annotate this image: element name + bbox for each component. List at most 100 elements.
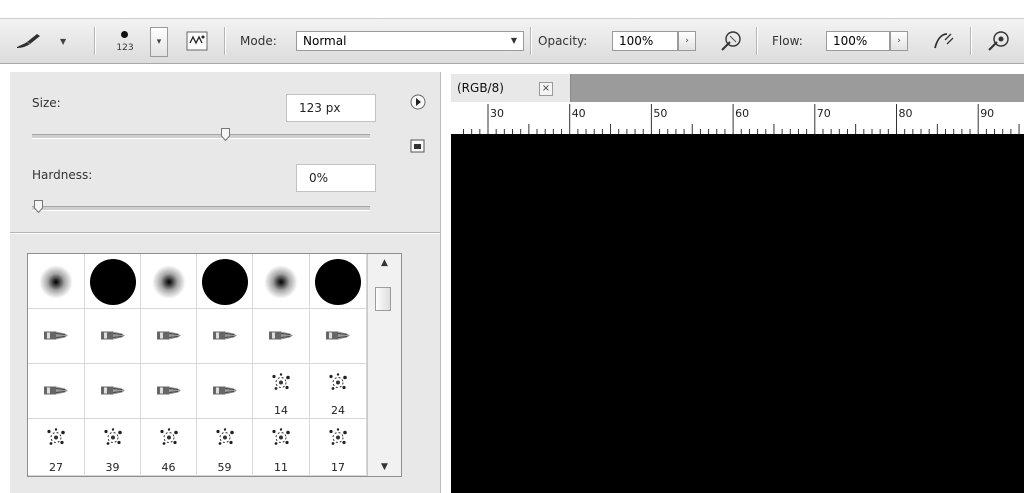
size-input[interactable]: 123 px — [286, 94, 376, 122]
preset-scrollbar[interactable]: ▲ ▼ — [367, 254, 401, 476]
bristle-tip-brush-icon — [41, 382, 71, 401]
soft-round-brush-icon — [264, 264, 298, 299]
hardness-label: Hardness: — [32, 168, 93, 182]
document-canvas[interactable] — [451, 134, 1024, 493]
soft-round-brush-icon — [151, 264, 186, 299]
brush-size-label: 17 — [331, 461, 345, 474]
airbrush-opacity-pressure-icon[interactable] — [718, 29, 744, 53]
brush-preset-cell[interactable] — [310, 254, 367, 309]
brush-preset-cell[interactable] — [253, 309, 310, 364]
opacity-slider-button[interactable]: › — [678, 31, 696, 51]
tablet-pressure-size-icon[interactable] — [986, 29, 1012, 53]
hard-round-brush-icon — [315, 258, 361, 305]
brush-preset-cell[interactable] — [85, 364, 141, 419]
scatter-brush-icon — [43, 427, 69, 452]
soft-round-brush-icon — [39, 264, 73, 299]
separator — [756, 27, 757, 55]
brush-preset-cell[interactable] — [253, 254, 310, 309]
brush-size-label: 27 — [49, 461, 63, 474]
brush-preset-cell[interactable] — [197, 309, 253, 364]
brush-preset-cell[interactable] — [310, 309, 367, 364]
ruler-label: 30 — [490, 107, 504, 120]
brush-preset-list: 14 24 27 39 46 59 11 17 — [28, 254, 367, 476]
new-preset-icon[interactable] — [408, 136, 428, 156]
ruler-label: 80 — [899, 107, 913, 120]
ruler-label: 70 — [817, 107, 831, 120]
size-label: Size: — [32, 96, 61, 110]
brush-preset-cell[interactable]: 11 — [253, 419, 310, 476]
brush-preset-cell[interactable] — [28, 364, 85, 419]
bristle-tip-brush-icon — [154, 382, 184, 401]
size-slider-track[interactable] — [32, 134, 370, 139]
opacity-label-wrap: Opacity: — [538, 19, 587, 63]
brush-preset-cell[interactable] — [85, 309, 141, 364]
brush-preset-cell[interactable] — [197, 364, 253, 419]
brush-preset-cell[interactable] — [197, 254, 253, 309]
hardness-slider-thumb[interactable] — [34, 200, 43, 214]
ruler-label: 60 — [735, 107, 749, 120]
bristle-tip-brush-icon — [210, 327, 240, 346]
panel-menu-icon[interactable] — [408, 92, 428, 112]
brush-preset-cell[interactable]: 46 — [141, 419, 197, 476]
brush-preset-cell[interactable] — [141, 364, 197, 419]
scroll-thumb[interactable] — [375, 287, 391, 311]
brush-preset-cell[interactable] — [141, 309, 197, 364]
document-tab[interactable]: (RGB/8) × — [451, 74, 571, 102]
brush-tool-icon[interactable] — [14, 29, 46, 53]
bristle-tip-brush-icon — [323, 327, 353, 346]
ruler-label: 90 — [980, 107, 994, 120]
hardness-input[interactable]: 0% — [296, 164, 376, 192]
close-icon[interactable]: × — [539, 82, 553, 96]
blend-mode-select[interactable]: Normal ▼ — [296, 31, 524, 51]
brush-preset-cell[interactable]: 27 — [28, 419, 85, 476]
brush-preset-cell[interactable] — [141, 254, 197, 309]
scatter-brush-icon — [325, 427, 351, 452]
scroll-up-icon[interactable]: ▲ — [368, 254, 401, 272]
brush-preset-picker[interactable]: 123 — [110, 27, 140, 57]
opacity-input[interactable]: 100% — [612, 31, 678, 51]
blend-mode-value: Normal — [303, 34, 347, 48]
brush-preset-cell[interactable] — [28, 309, 85, 364]
tool-preset-dropdown-icon[interactable]: ▼ — [60, 19, 72, 63]
mode-label-wrap: Mode: — [240, 19, 277, 63]
brush-preset-grid: 14 24 27 39 46 59 11 17 ▲ ▼ — [27, 253, 402, 477]
flow-label-wrap: Flow: — [772, 19, 803, 63]
brush-preset-cell[interactable] — [28, 254, 85, 309]
brush-preset-cell[interactable]: 59 — [197, 419, 253, 476]
airbrush-mode-icon[interactable] — [930, 29, 956, 53]
scatter-brush-icon — [100, 427, 126, 452]
separator — [224, 27, 225, 55]
scatter-brush-icon — [325, 372, 351, 397]
bristle-tip-brush-icon — [98, 382, 128, 401]
size-slider-thumb[interactable] — [220, 128, 230, 142]
mode-label: Mode: — [240, 34, 277, 48]
separator — [970, 27, 971, 55]
brush-settings: Size: 123 px Hardness: 0% — [10, 72, 440, 232]
ruler-label: 50 — [653, 107, 667, 120]
brush-size-preview: 123 — [116, 43, 134, 53]
separator — [530, 27, 531, 55]
scatter-brush-icon — [268, 427, 294, 452]
brush-preset-cell[interactable]: 17 — [310, 419, 367, 476]
document-tab-bar: (RGB/8) × — [451, 74, 1024, 102]
scroll-down-icon[interactable]: ▼ — [368, 458, 401, 476]
brush-size-label: 59 — [217, 461, 232, 474]
ruler-label: 40 — [572, 107, 586, 120]
flow-label: Flow: — [772, 34, 803, 48]
chevron-down-icon: ▼ — [510, 36, 517, 45]
brush-size-label: 14 — [274, 404, 288, 417]
flow-slider-button[interactable]: › — [890, 31, 908, 51]
brush-dot-icon — [121, 31, 128, 38]
brush-preset-cell[interactable]: 14 — [253, 364, 310, 419]
brush-size-label: 39 — [105, 461, 120, 474]
toggle-brush-panel-icon[interactable] — [184, 29, 210, 53]
bristle-tip-brush-icon — [266, 327, 296, 346]
scatter-brush-icon — [212, 427, 238, 452]
hardness-slider-track[interactable] — [32, 206, 370, 211]
scatter-brush-icon — [268, 372, 294, 397]
brush-preset-cell[interactable]: 39 — [85, 419, 141, 476]
flow-input[interactable]: 100% — [826, 31, 890, 51]
brush-preset-cell[interactable] — [85, 254, 141, 309]
brush-preset-cell[interactable]: 24 — [310, 364, 367, 419]
brush-picker-dropdown-button[interactable]: ▾ — [150, 27, 168, 57]
